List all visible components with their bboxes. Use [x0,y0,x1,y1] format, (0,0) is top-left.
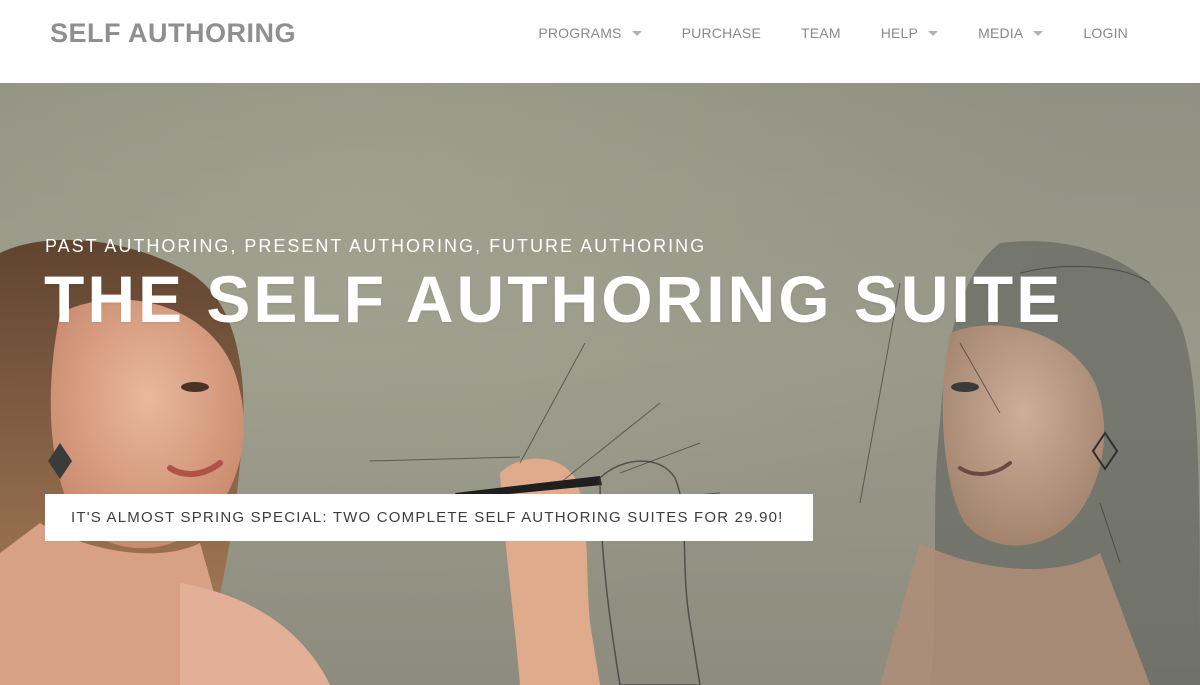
nav-login[interactable]: LOGIN [1083,24,1128,42]
hero-subtitle: PAST AUTHORING, PRESENT AUTHORING, FUTUR… [45,236,707,256]
main-nav: PROGRAMS PURCHASE TEAM HELP MEDIA LOGIN [538,24,1128,42]
chevron-down-icon [1033,31,1044,36]
hero-banner: PAST AUTHORING, PRESENT AUTHORING, FUTUR… [0,83,1200,685]
nav-purchase-label: PURCHASE [681,25,761,41]
chevron-down-icon [928,31,939,36]
nav-media-label: MEDIA [978,25,1024,41]
nav-programs-label: PROGRAMS [538,25,622,41]
hero-title: THE SELF AUTHORING SUITE [44,262,1064,336]
nav-login-label: LOGIN [1083,25,1128,41]
promo-banner[interactable]: IT'S ALMOST SPRING SPECIAL: TWO COMPLETE… [45,494,813,541]
site-logo[interactable]: SELF AUTHORING [50,17,296,49]
nav-team[interactable]: TEAM [801,24,841,42]
nav-media[interactable]: MEDIA [978,24,1044,42]
hero-background-image [0,239,1200,685]
nav-team-label: TEAM [801,25,841,41]
nav-help[interactable]: HELP [880,24,939,42]
site-header: SELF AUTHORING PROGRAMS PURCHASE TEAM HE… [0,0,1200,83]
chevron-down-icon [631,31,642,36]
nav-programs[interactable]: PROGRAMS [538,24,642,42]
nav-help-label: HELP [880,25,919,41]
nav-purchase[interactable]: PURCHASE [682,24,761,42]
